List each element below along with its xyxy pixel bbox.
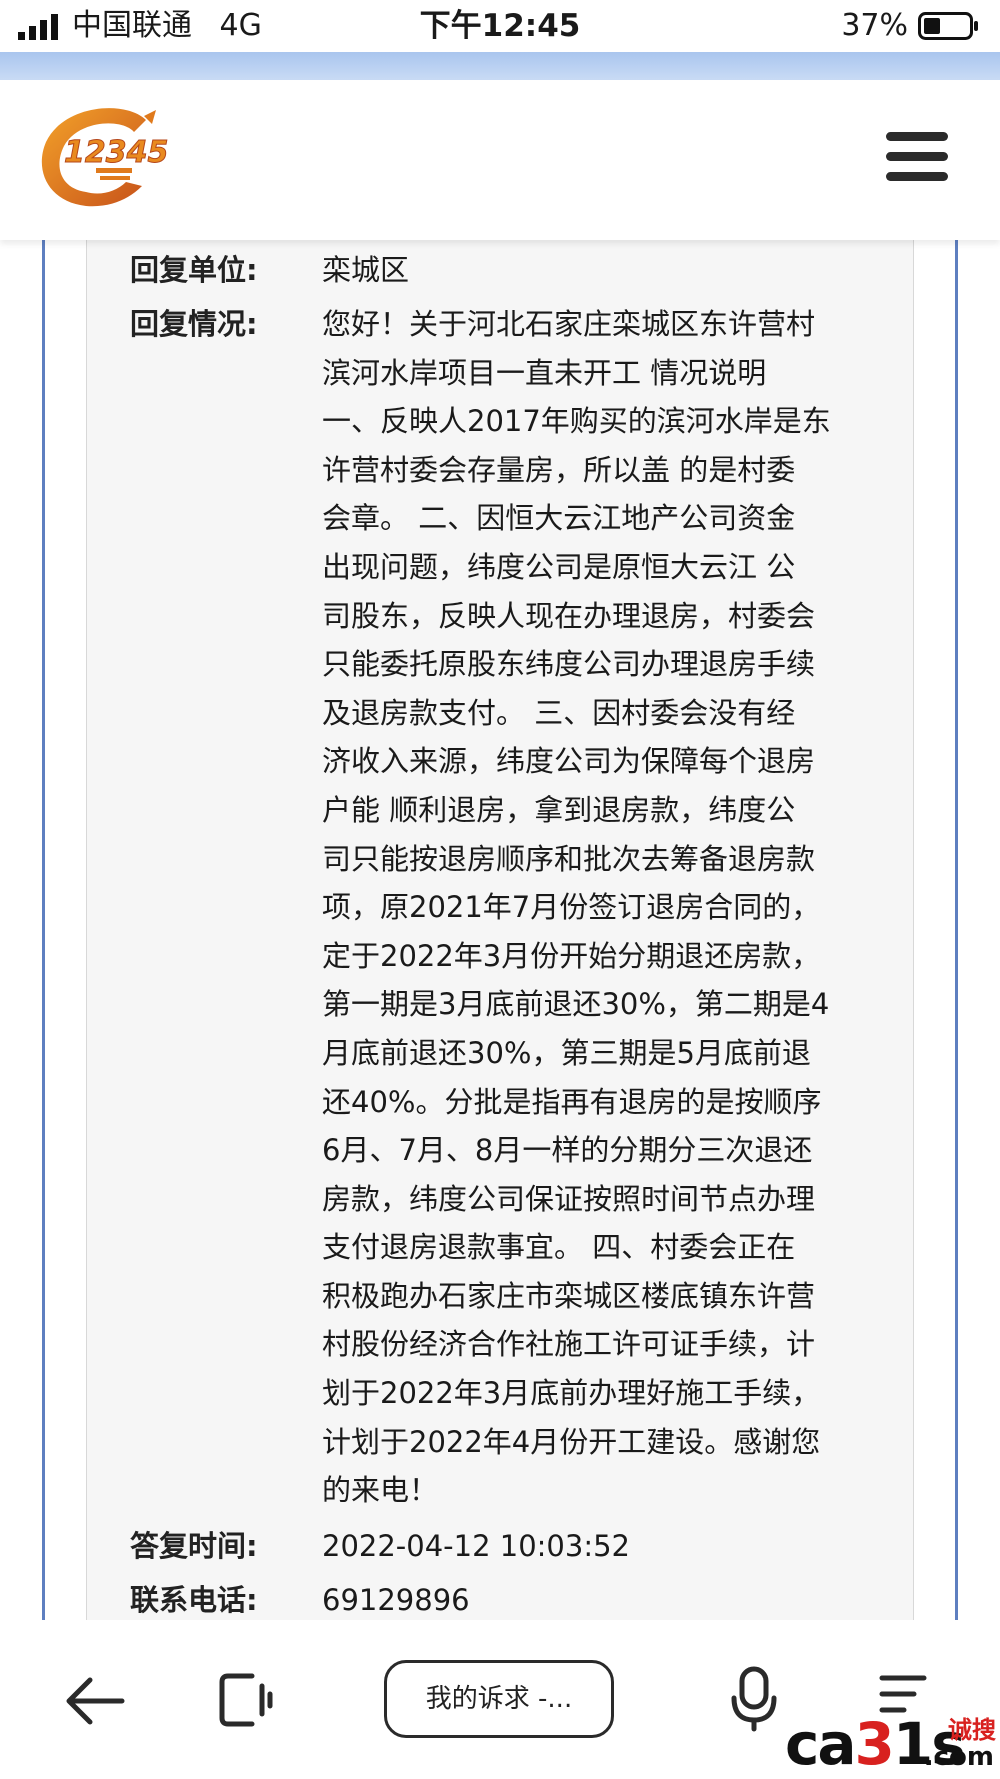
reply-line: 及退房款支付。 三、因村委会没有经 [322,695,796,730]
reply-line: 定于2022年3月份开始分期退还房款， [322,938,821,973]
reply-line: 您好！关于河北石家庄栾城区东许营村 [322,307,816,341]
battery-icon [918,12,978,40]
reply-line: 一、反映人2017年购买的滨河水岸是东 [322,404,831,439]
reply-line: 村股份经济合作社施工许可证手续，计 [322,1327,816,1362]
svg-text:12345: 12345 [64,135,168,170]
reply-line: 月底前退还30%，第三期是5月底前退 [322,1035,811,1070]
reply-time-value: 2022-04-12 10:03:52 [322,1529,630,1563]
reply-line: 出现问题，纬度公司是原恒大云江 公 [322,549,796,584]
reply-line: 许营村委会存量房，所以盖 的是村委 [322,452,796,487]
reply-line: 会章。 二、因恒大云江地产公司资金 [322,501,796,536]
right-border-line [955,240,958,1620]
back-arrow-icon[interactable] [64,1676,126,1726]
reply-line: 房款，纬度公司保证按照时间节点办理 [322,1181,816,1216]
reply-status-text: 您好！关于河北石家庄栾城区东许营村 滨河水岸项目一直未开工 情况说明 一、反映人… [322,300,882,1515]
reply-line: 的来电！ [322,1473,439,1508]
reply-status-label: 回复情况: [130,307,258,341]
reply-line: 济收入来源，纬度公司为保障每个退房 [322,744,816,779]
reply-line: 6月、7月、8月一样的分期分三次退还 [322,1133,813,1168]
reply-line: 计划于2022年4月份开工建设。感谢您 [322,1424,821,1459]
reply-line: 支付退房退款事宜。 四、村委会正在 [322,1230,796,1265]
reply-unit-value: 栾城区 [322,253,410,287]
watermark-3: 3 [854,1710,895,1778]
reply-line: 户能 顺利退房，拿到退房款，纬度公 [322,792,796,827]
site-header: 12345 [0,80,1000,240]
reply-line: 司只能按退房顺序和批次去筹备退房款 [322,841,816,876]
reply-line: 划于2022年3月底前办理好施工手续， [322,1376,821,1411]
reply-line: 只能委托原股东纬度公司办理退房手续 [322,647,816,682]
reply-line: 积极跑办石家庄市栾城区楼底镇东许营 [322,1278,816,1313]
watermark-com: .com [923,1742,994,1772]
reply-line: 还40%。分批是指再有退房的是按顺序 [322,1084,822,1119]
left-border-line [42,240,45,1620]
status-bar: 中国联通 4G 下午12:45 37% [0,0,1000,52]
my-complaint-tab-button[interactable]: 我的诉求 -... [384,1660,614,1738]
browser-top-band [0,52,1000,80]
browser-bottom-nav: 我的诉求 -... ca31s 诚搜 .com [0,1620,1000,1779]
reply-unit-label: 回复单位: [130,253,258,287]
menu-icon-bar [886,172,948,181]
menu-button[interactable] [886,132,948,184]
watermark-chinese: 诚搜 [948,1716,996,1744]
reply-line: 司股东，反映人现在办理退房，村委会 [322,598,816,633]
watermark-ca: ca [785,1710,857,1778]
menu-icon-bar [886,152,948,161]
hotline-12345-logo[interactable]: 12345 [34,102,169,217]
reply-line: 滨河水岸项目一直未开工 情况说明 [322,355,767,390]
reply-line: 项，原2021年7月份签订退房合同的， [322,890,821,925]
reply-time-label: 答复时间: [130,1529,258,1563]
ca31s-watermark: ca31s 诚搜 .com [785,1710,1000,1779]
tabs-icon[interactable] [218,1672,274,1728]
microphone-icon[interactable] [730,1666,778,1732]
battery-percent: 37% [841,8,908,43]
phone-value[interactable]: 69129896 [322,1576,882,1625]
content-area: 回复单位: 栾城区 回复情况: 您好！关于河北石家庄栾城区东许营村 滨河水岸项目… [0,240,1000,1620]
hamburger-menu-icon [886,132,948,141]
reply-line: 第一期是3月底前退还30%，第二期是4 [322,987,830,1022]
phone-label: 联系电话: [130,1583,258,1617]
